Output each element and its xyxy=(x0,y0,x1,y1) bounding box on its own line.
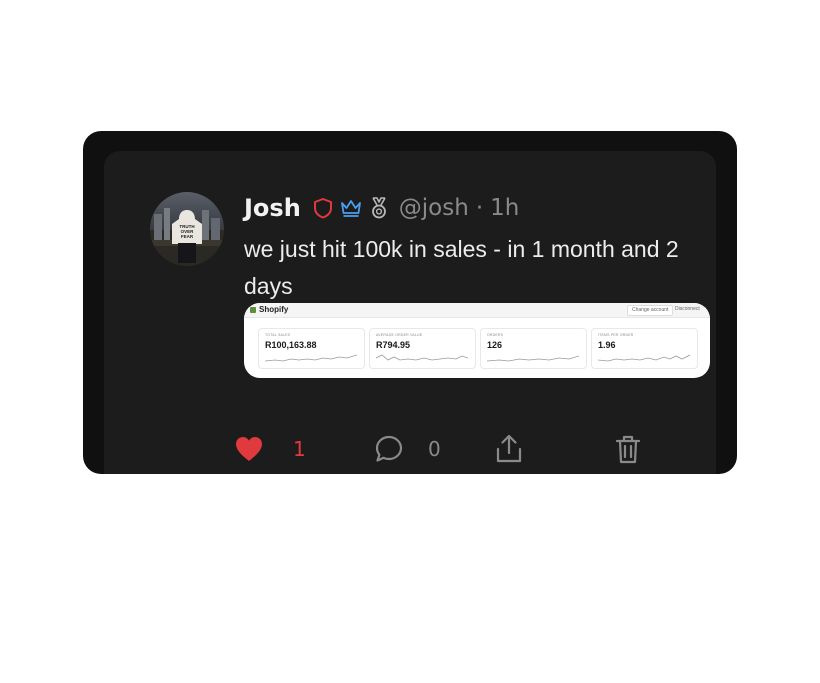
metric-value: R794.95 xyxy=(376,340,411,350)
metric-label: ITEMS PER ORDER xyxy=(598,333,634,337)
post-card-frame: TRUTH OVER FEAR Josh @josh · 1h we just … xyxy=(83,131,737,474)
shopify-bag-icon xyxy=(250,306,256,313)
metric-value: 126 xyxy=(487,340,503,350)
delete-button[interactable] xyxy=(613,429,643,469)
share-icon[interactable] xyxy=(494,433,524,465)
metric-value: R100,163.88 xyxy=(265,340,317,350)
shield-icon[interactable] xyxy=(311,196,335,220)
author-name[interactable]: Josh xyxy=(244,194,301,222)
metric-value: 1.96 xyxy=(598,340,616,350)
post-text: we just hit 100k in sales - in 1 month a… xyxy=(244,236,679,299)
metric-card-aov: AVERAGE ORDER VALUE R794.95 xyxy=(369,328,476,369)
sparkline-icon xyxy=(376,354,468,361)
sparkline-icon xyxy=(598,354,690,362)
metric-label: AVERAGE ORDER VALUE xyxy=(376,333,423,337)
svg-text:FEAR: FEAR xyxy=(181,234,194,239)
comment-button[interactable]: 0 xyxy=(374,429,441,469)
post-image[interactable]: Shopify Change account Disconnect TOTAL … xyxy=(244,303,710,378)
change-account-button: Change account xyxy=(627,305,674,316)
post-card[interactable]: TRUTH OVER FEAR Josh @josh · 1h we just … xyxy=(104,151,716,474)
share-button[interactable] xyxy=(494,429,524,469)
metric-card-items-per-order: ITEMS PER ORDER 1.96 xyxy=(591,328,698,369)
avatar[interactable]: TRUTH OVER FEAR xyxy=(150,192,224,266)
crown-icon[interactable] xyxy=(339,196,363,220)
metric-label: ORDERS xyxy=(487,333,504,337)
metric-card-total-sales: TOTAL SALES R100,163.88 xyxy=(258,328,365,369)
shopify-logo: Shopify xyxy=(250,305,288,314)
post-time[interactable]: 1h xyxy=(490,195,519,221)
sparkline-icon xyxy=(487,355,579,362)
medal-icon[interactable] xyxy=(367,196,391,220)
like-button[interactable]: 1 xyxy=(234,429,306,469)
sparkline-icon xyxy=(265,354,357,362)
like-count: 1 xyxy=(293,437,306,461)
author-handle[interactable]: @josh xyxy=(399,195,469,221)
shopify-header: Shopify Change account Disconnect xyxy=(244,303,710,318)
metric-card-orders: ORDERS 126 xyxy=(480,328,587,369)
comment-icon[interactable] xyxy=(374,434,404,464)
post-header: Josh @josh · 1h xyxy=(244,193,519,223)
trash-icon[interactable] xyxy=(613,433,643,465)
separator-dot: · xyxy=(475,195,484,221)
heart-icon[interactable] xyxy=(234,435,264,463)
metric-label: TOTAL SALES xyxy=(265,333,291,337)
disconnect-button: Disconnect xyxy=(675,306,700,312)
post-actions: 1 0 xyxy=(234,429,704,469)
shopify-app-name: Shopify xyxy=(259,305,289,314)
comment-count: 0 xyxy=(428,437,441,461)
